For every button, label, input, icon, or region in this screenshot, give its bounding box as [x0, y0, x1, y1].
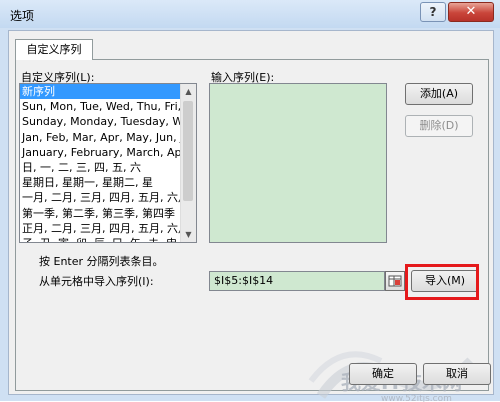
list-item[interactable]: 第一季, 第二季, 第三季, 第四季 [20, 206, 180, 221]
list-item[interactable]: 日, 一, 二, 三, 四, 五, 六 [20, 160, 180, 175]
list-item[interactable]: Sunday, Monday, Tuesday, Wed [20, 114, 180, 129]
add-button[interactable]: 添加(A) [405, 83, 473, 105]
enter-hint: 按 Enter 分隔列表条目。 [39, 255, 164, 268]
list-item[interactable]: 子, 丑, 寅, 卯, 辰, 巳, 午, 未, 申, 酉 [20, 236, 180, 242]
list-item[interactable]: Jan, Feb, Mar, Apr, May, Jun, Ju [20, 130, 180, 145]
dialog-title: 选项 [10, 9, 35, 23]
list-entries-textarea[interactable] [209, 83, 387, 243]
scroll-down-icon[interactable]: ▼ [181, 227, 196, 242]
ok-button[interactable]: 确定 [349, 363, 417, 385]
list-item[interactable]: January, February, March, April [20, 145, 180, 160]
list-item[interactable]: 新序列 [20, 84, 180, 100]
custom-lists-items: 新序列 Sun, Mon, Tue, Wed, Thu, Fri, S Sunday… [20, 84, 180, 242]
scroll-thumb[interactable] [183, 101, 193, 201]
list-item[interactable]: Sun, Mon, Tue, Wed, Thu, Fri, S [20, 99, 180, 114]
custom-lists-listbox[interactable]: 新序列 Sun, Mon, Tue, Wed, Thu, Fri, S Sunday… [19, 83, 197, 243]
list-item[interactable]: 星期日, 星期一, 星期二, 星 [20, 175, 180, 190]
range-select-button[interactable] [385, 271, 405, 291]
list-item[interactable]: 一月, 二月, 三月, 四月, 五月, 六月, [20, 190, 180, 205]
help-button[interactable]: ? [420, 2, 446, 22]
import-range-input[interactable]: $I$5:$I$14 [209, 271, 385, 291]
watermark-logo: 我爱IT技术网 www.52itjs.com [308, 351, 475, 402]
close-button[interactable]: ✕ [448, 2, 494, 22]
title-bar: 选项 ? ✕ [0, 0, 500, 28]
import-highlight-box [405, 264, 479, 300]
range-select-icon [388, 275, 402, 287]
list-item[interactable]: 正月, 二月, 三月, 四月, 五月, 六月, [20, 221, 180, 236]
options-dialog: 选项 ? ✕ 自定义序列 自定义序列(L): 新序列 Sun, Mon, Tue,… [0, 0, 500, 402]
tab-custom-lists[interactable]: 自定义序列 [15, 39, 93, 60]
import-from-label: 从单元格中导入序列(I): [39, 275, 154, 288]
scroll-up-icon[interactable]: ▲ [181, 84, 196, 99]
delete-button[interactable]: 删除(D) [405, 115, 473, 137]
custom-lists-scrollbar[interactable]: ▲ ▼ [180, 84, 196, 242]
dialog-body: 自定义序列 自定义序列(L): 新序列 Sun, Mon, Tue, Wed, T… [8, 30, 494, 402]
cancel-button[interactable]: 取消 [423, 363, 491, 385]
